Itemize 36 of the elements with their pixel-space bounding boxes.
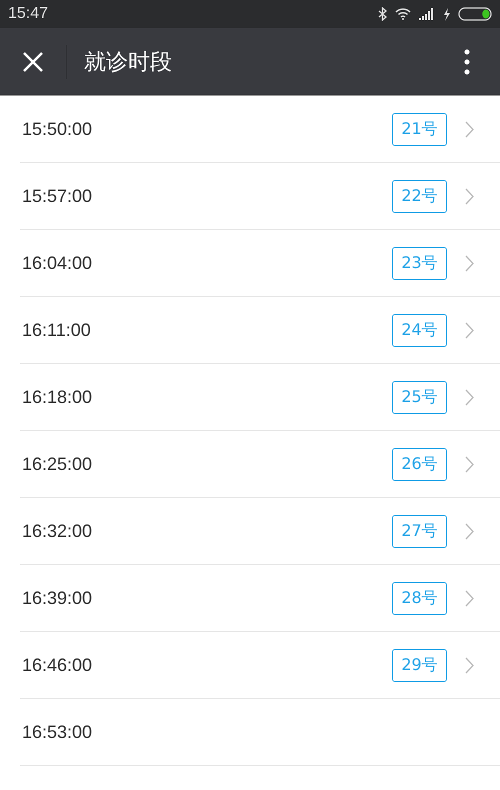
bluetooth-icon [378, 7, 387, 21]
queue-number[interactable]: 27号 [392, 514, 447, 548]
slot-time: 16:04:00 [22, 252, 92, 274]
chevron-icon [465, 522, 474, 540]
chevron-icon [465, 120, 474, 138]
queue-number[interactable]: 24号 [392, 314, 447, 346]
slot-time: 16:39:00 [22, 588, 92, 608]
queue-number[interactable]: 23号 [392, 246, 447, 280]
chevron-icon [465, 656, 474, 674]
queue-number[interactable]: 21号 [392, 112, 447, 146]
chevron-icon [465, 188, 474, 204]
chevron-icon [465, 322, 474, 338]
queue-number[interactable]: 29号 [392, 648, 447, 682]
slot-time: 15:50:00 [22, 118, 92, 140]
queue-number[interactable]: 28号 [392, 582, 447, 614]
close-icon[interactable] [22, 50, 44, 72]
chevron-icon [465, 456, 474, 472]
queue-number[interactable]: 22号 [392, 180, 447, 212]
queue-number[interactable]: 26号 [392, 448, 447, 480]
battery-icon [458, 7, 492, 21]
more-icon[interactable] [464, 48, 470, 74]
slot-time: 16:25:00 [22, 454, 92, 474]
slot-time: 16:53:00 [22, 722, 92, 742]
page-title: 就诊时段 [84, 48, 172, 76]
slot-time: 16:18:00 [22, 386, 92, 408]
slot-time: 16:32:00 [22, 520, 92, 542]
wifi-icon [395, 8, 411, 20]
slot-time: 16:11:00 [22, 320, 91, 340]
chevron-icon [465, 590, 474, 606]
chevron-icon [465, 254, 474, 272]
queue-number[interactable]: 25号 [392, 380, 447, 414]
chevron-icon [465, 388, 474, 406]
slot-time: 16:46:00 [22, 654, 92, 676]
signal-icon [419, 8, 435, 20]
status-time: 15:47 [8, 5, 48, 23]
slot-time: 15:57:00 [22, 186, 92, 206]
